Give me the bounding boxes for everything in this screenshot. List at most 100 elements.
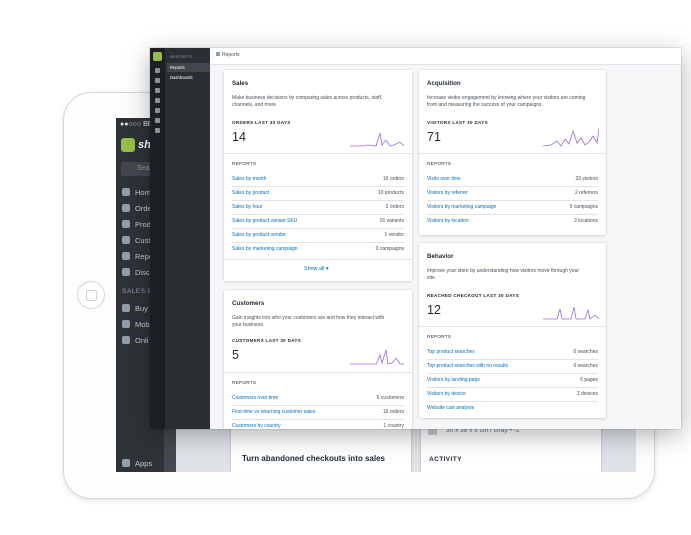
divider: [419, 326, 606, 327]
sidebar-item-label: Onli: [135, 336, 149, 345]
report-row[interactable]: Visits over time 33 visitors: [427, 173, 598, 187]
reports-icon[interactable]: [155, 118, 160, 123]
sidebar-item-orders[interactable]: Orde: [122, 204, 152, 213]
sidebar-item-products[interactable]: Prod: [122, 220, 151, 229]
metric-label: REACHED CHECKOUT LAST 30 DAYS: [427, 293, 519, 298]
acquisition-card: Acquisition Increase visitor engagement …: [419, 70, 606, 235]
subnav-heading: REPORTS: [170, 54, 193, 59]
report-link[interactable]: Sales by hour: [232, 204, 263, 210]
tag-icon: [122, 220, 130, 228]
card-description: Improve your store by understanding how …: [427, 268, 579, 281]
report-link[interactable]: Sales by product: [232, 190, 269, 196]
report-count: 2 referrers: [574, 190, 598, 196]
sidebar-item-discounts[interactable]: Disc: [122, 268, 150, 277]
report-link[interactable]: Top product searches: [427, 349, 475, 355]
customers-icon[interactable]: [155, 108, 160, 113]
sidebar-item-home[interactable]: Hom: [122, 188, 151, 197]
report-row[interactable]: Sales by product vendor 1 vendor: [232, 229, 404, 243]
search-icon[interactable]: [155, 68, 160, 73]
report-link[interactable]: Customers over time: [232, 395, 278, 401]
report-link[interactable]: Sales by month: [232, 176, 266, 182]
report-count: 10 products: [377, 190, 404, 196]
report-link[interactable]: Visits over time: [427, 176, 461, 182]
report-link[interactable]: Sales by product variant SKU: [232, 218, 297, 224]
report-link[interactable]: Top product searches with no results: [427, 363, 508, 369]
report-count: 33 visitors: [575, 176, 598, 182]
metric-value: 5: [232, 348, 239, 362]
report-row[interactable]: Customers by country 1 country: [232, 420, 404, 429]
report-link[interactable]: Visitors by marketing campaign: [427, 204, 496, 210]
report-row[interactable]: Sales by product 10 products: [232, 187, 404, 201]
shopify-logo-icon: [121, 138, 135, 152]
breadcrumb[interactable]: Reports: [216, 52, 240, 58]
home-button[interactable]: [77, 281, 105, 309]
description-line: channels, and more.: [232, 101, 278, 108]
report-count: 16 variants: [379, 218, 404, 224]
report-link[interactable]: Sales by product vendor: [232, 232, 286, 238]
orders-icon[interactable]: [155, 88, 160, 93]
reports-subnav: REPORTS Reports Dashboards: [165, 48, 210, 429]
home-icon[interactable]: [155, 78, 160, 83]
activity-heading: ACTIVITY: [429, 456, 462, 463]
buy-button-icon: [122, 304, 130, 312]
show-all-link[interactable]: Show all ▾: [304, 266, 329, 272]
sidebar-item-label: Apps: [135, 459, 153, 468]
report-link[interactable]: First-time vs returning customer sales: [232, 409, 315, 415]
abandoned-checkouts-title: Turn abandoned checkouts into sales: [242, 454, 385, 463]
report-link[interactable]: Visitors by referrer: [427, 190, 468, 196]
sidebar-item-online-store[interactable]: Onli: [122, 336, 148, 345]
report-link[interactable]: Visitors by device: [427, 391, 466, 397]
mobile-icon: [122, 320, 130, 328]
report-link[interactable]: Visitors by landing page: [427, 377, 480, 383]
sidebar-item-mobile[interactable]: Mob: [122, 320, 150, 329]
description-line: site.: [427, 274, 437, 281]
report-row[interactable]: Visitors by marketing campaign 0 campaign…: [427, 201, 598, 215]
card-title: Behavior: [427, 253, 454, 260]
report-link[interactable]: Sales by marketing campaign: [232, 246, 298, 252]
home-icon: [122, 188, 130, 196]
card-title: Sales: [232, 80, 249, 87]
subnav-item-label: Reports: [170, 65, 185, 70]
discounts-icon[interactable]: [155, 128, 160, 133]
report-row[interactable]: Visitors by device 2 devices: [427, 388, 598, 402]
report-row[interactable]: Visitors by referrer 2 referrers: [427, 187, 598, 201]
metric-value: 12: [427, 303, 441, 317]
report-row[interactable]: Customers over time 6 customers: [232, 392, 404, 406]
report-row[interactable]: Top product searches 0 searches: [427, 346, 598, 360]
report-count: 2 locations: [574, 218, 598, 224]
subnav-item-reports[interactable]: Reports: [167, 63, 210, 72]
subnav-item-label: Dashboards: [170, 75, 193, 80]
report-row[interactable]: Visitors by location 2 locations: [427, 215, 598, 228]
report-link[interactable]: Website cart analysis: [427, 405, 474, 411]
reports-heading: REPORTS: [232, 380, 257, 385]
products-icon[interactable]: [155, 98, 160, 103]
report-row[interactable]: Sales by month 16 orders: [232, 173, 404, 187]
report-row[interactable]: Top product searches with no results 0 se…: [427, 360, 598, 374]
subnav-item-dashboards[interactable]: Dashboards: [167, 73, 210, 82]
customers-sparkline: [350, 349, 404, 365]
sidebar-item-label: Hom: [135, 188, 151, 197]
online-store-icon: [122, 336, 130, 344]
shopify-logo-icon: [153, 52, 162, 61]
report-link[interactable]: Customers by country: [232, 423, 281, 429]
report-count: 1 country: [383, 423, 404, 429]
report-row[interactable]: Sales by hour 2 orders: [232, 201, 404, 215]
report-link[interactable]: Visitors by location: [427, 218, 469, 224]
report-row[interactable]: Visitors by landing page 6 pages: [427, 374, 598, 388]
customers-card: Customers Gain insights into who your cu…: [224, 290, 412, 429]
report-row[interactable]: Website cart analysis: [427, 402, 598, 415]
sidebar-item-reports[interactable]: Repo: [122, 252, 153, 261]
report-row[interactable]: Sales by product variant SKU 16 variants: [232, 215, 404, 229]
report-count: 6 customers: [376, 395, 404, 401]
report-row[interactable]: Sales by marketing campaign 0 campaigns: [232, 243, 404, 256]
sidebar-item-buy-button[interactable]: Buy: [122, 304, 148, 313]
report-count: 6 pages: [580, 377, 598, 383]
sidebar-item-apps[interactable]: Apps: [122, 459, 152, 468]
sidebar-item-customers[interactable]: Cust: [122, 236, 150, 245]
card-description: Make business decisions by comparing sal…: [232, 95, 382, 108]
report-count: 2 devices: [576, 391, 598, 397]
reports-heading: REPORTS: [427, 161, 452, 166]
report-row[interactable]: First-time vs returning customer sales 16…: [232, 406, 404, 420]
reports-icon: [122, 252, 130, 260]
report-count: 0 searches: [573, 349, 598, 355]
